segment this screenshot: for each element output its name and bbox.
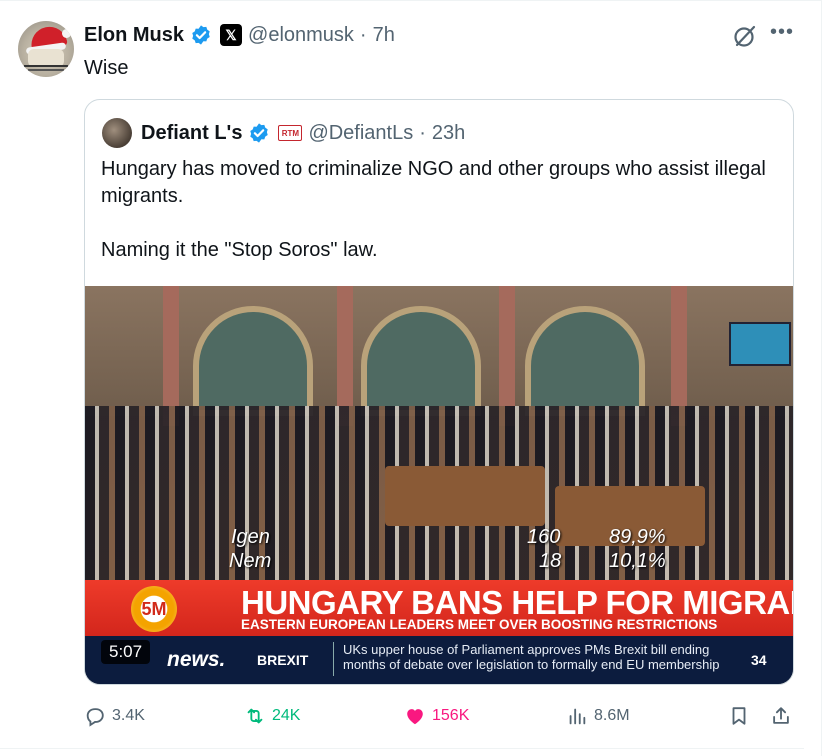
quoted-post-text: Hungary has moved to criminalize NGO and… xyxy=(101,156,781,291)
quoted-post-timestamp[interactable]: 23h xyxy=(432,122,465,145)
verified-badge-icon xyxy=(192,25,210,45)
avatar-detail xyxy=(24,65,68,67)
hat-pompom xyxy=(62,29,71,38)
author-name[interactable]: Elon Musk xyxy=(84,24,184,47)
ticker-text: UKs upper house of Parliament approves P… xyxy=(343,642,720,672)
network-logo: news. xyxy=(167,648,226,671)
vote-yes-percent: 89,9% xyxy=(609,526,666,548)
pillar xyxy=(337,286,353,426)
separator-dot: · xyxy=(359,23,367,46)
vote-yes-count: 160 xyxy=(527,526,561,548)
channel-logo: 5M xyxy=(131,586,177,632)
arch xyxy=(193,306,313,416)
pillar xyxy=(671,286,687,426)
reply-icon xyxy=(86,708,104,727)
divider xyxy=(0,748,804,749)
x-affiliation-icon: 𝕏 xyxy=(220,24,243,46)
more-options-icon[interactable]: ••• xyxy=(770,22,794,47)
post-timestamp[interactable]: 7h xyxy=(373,24,395,47)
post-text: Wise xyxy=(84,57,129,79)
repost-icon xyxy=(247,708,263,724)
verified-badge-icon xyxy=(250,123,269,143)
channel-number: 34 xyxy=(751,652,767,668)
post-header: Elon Musk 𝕏 @elonmusk · 7h xyxy=(84,21,395,49)
views-icon xyxy=(569,708,586,725)
like-count: 156K xyxy=(432,707,470,724)
quoted-post-header: Defiant L's RTM @DefiantLs · 23h xyxy=(141,119,465,147)
share-icon xyxy=(773,707,789,724)
pillar xyxy=(499,286,515,426)
author-avatar[interactable] xyxy=(18,21,74,77)
repost-button[interactable]: 24K xyxy=(244,701,300,731)
quoted-paragraph: Naming it the "Stop Soros" law. xyxy=(101,239,378,261)
avatar-detail xyxy=(28,69,64,71)
quoted-author-avatar[interactable] xyxy=(102,118,132,148)
grok-icon[interactable] xyxy=(732,23,758,49)
arch xyxy=(361,306,481,416)
vote-no-percent: 10,1% xyxy=(609,550,666,572)
vote-yes-label: Igen xyxy=(231,526,270,548)
author-handle[interactable]: @elonmusk xyxy=(248,24,354,47)
arch xyxy=(525,306,645,416)
video-player[interactable]: Igen Nem 160 18 89,9% 10,1% 5M HUNGARY B… xyxy=(85,286,793,684)
like-button[interactable]: 156K xyxy=(404,701,469,731)
action-bar: 3.4K 24K 156K 8.6M xyxy=(84,701,796,731)
vote-no-count: 18 xyxy=(539,550,562,572)
affiliation-badge-icon: RTM xyxy=(278,125,303,141)
quoted-post[interactable]: Defiant L's RTM @DefiantLs · 23h Hungary… xyxy=(84,99,794,685)
reply-button[interactable]: 3.4K xyxy=(84,701,145,731)
bookmark-icon xyxy=(732,707,746,725)
separator-dot: · xyxy=(419,121,426,144)
video-duration: 5:07 xyxy=(101,640,151,664)
ticker-divider xyxy=(333,642,334,676)
vote-display-screen xyxy=(729,322,791,366)
share-button[interactable] xyxy=(770,701,792,731)
video-subheadline: EASTERN EUROPEAN LEADERS MEET OVER BOOST… xyxy=(241,617,718,632)
repost-count: 24K xyxy=(272,707,301,724)
quoted-author-handle[interactable]: @DefiantLs xyxy=(308,122,413,145)
vote-no-label: Nem xyxy=(229,550,272,572)
quoted-author-name[interactable]: Defiant L's xyxy=(141,122,242,145)
desk xyxy=(385,466,545,526)
quoted-paragraph: Hungary has moved to criminalize NGO and… xyxy=(101,158,766,207)
pillar xyxy=(163,286,179,426)
ticker-section: BREXIT xyxy=(257,652,309,668)
reply-count: 3.4K xyxy=(112,707,145,724)
bookmark-button[interactable] xyxy=(728,701,750,731)
view-count: 8.6M xyxy=(594,707,630,724)
heart-icon xyxy=(407,709,423,725)
views-button[interactable]: 8.6M xyxy=(566,701,630,731)
tweet-container: Elon Musk 𝕏 @elonmusk · 7h ••• Wise Defi… xyxy=(0,0,822,756)
